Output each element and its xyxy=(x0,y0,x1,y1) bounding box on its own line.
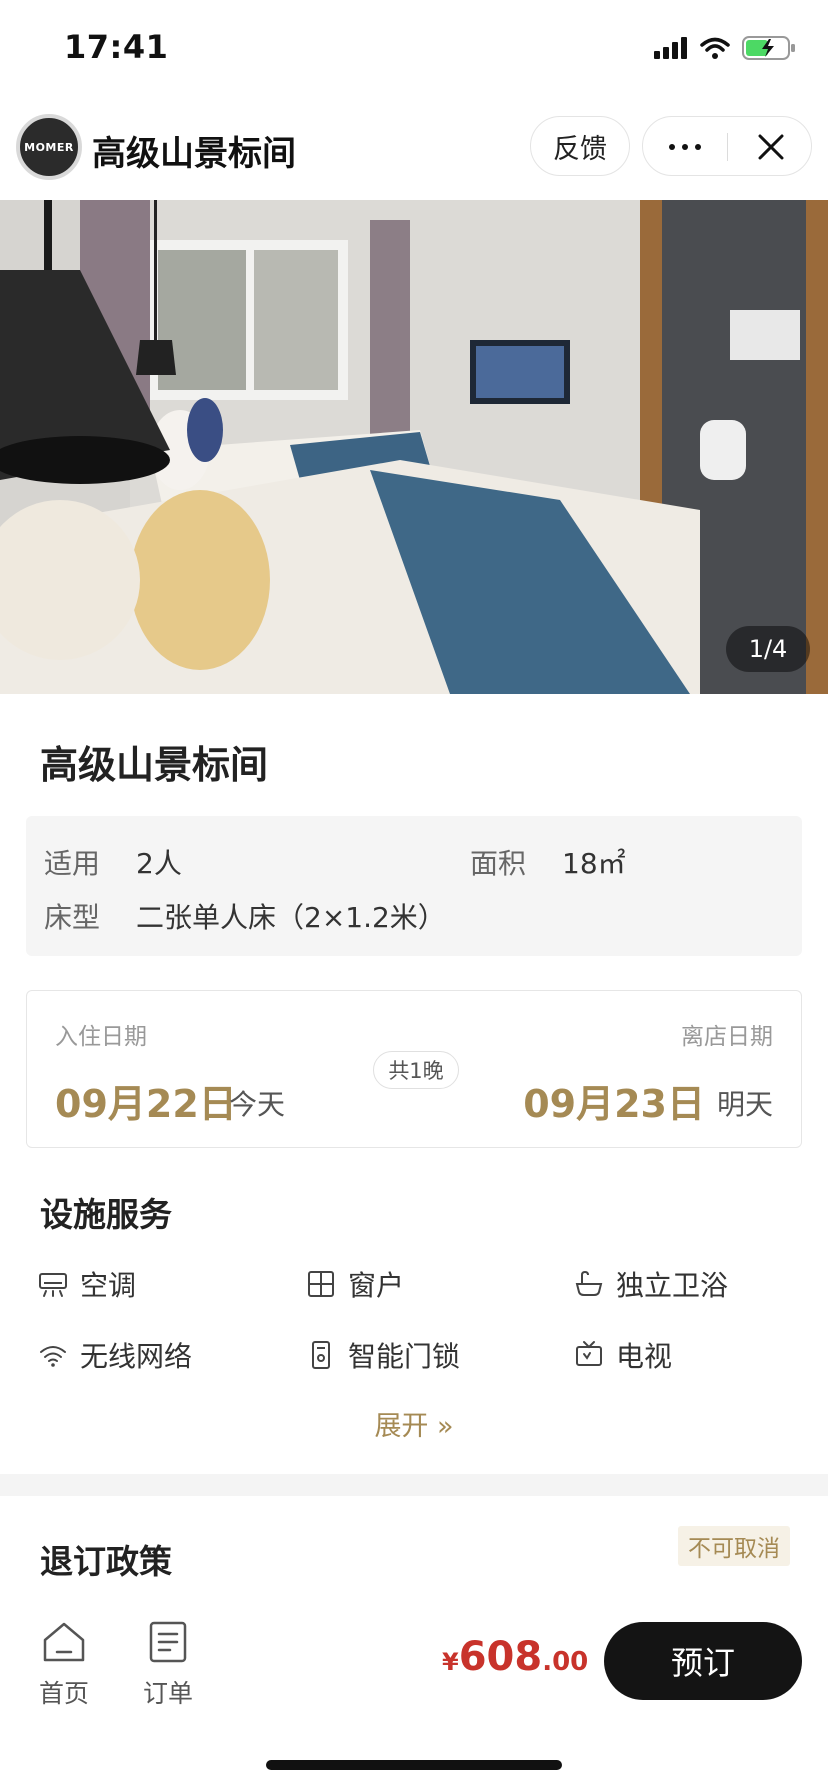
facility-label: 无线网络 xyxy=(80,1340,193,1373)
nights-badge: 共1晚 xyxy=(373,1051,459,1089)
section-divider xyxy=(0,1474,828,1496)
facility-wifi: 无线网络 xyxy=(38,1335,192,1375)
app-header: MOMER 高级山景标间 反馈 xyxy=(0,100,828,200)
price-symbol: ¥ xyxy=(442,1648,459,1676)
tab-home-label: 首页 xyxy=(38,1679,89,1708)
bed-row: 床型 二张单人床（2×1.2米） xyxy=(44,896,446,936)
facility-label: 独立卫浴 xyxy=(616,1269,729,1302)
facility-label: 空调 xyxy=(80,1269,137,1302)
room-photo-carousel[interactable]: 1/4 xyxy=(0,200,828,694)
total-price: ¥608.00 xyxy=(442,1634,588,1680)
area-row: 面积 18㎡ xyxy=(470,842,626,882)
checkout-label: 离店日期 xyxy=(681,1024,773,1050)
window-icon xyxy=(308,1271,334,1297)
status-time: 17:41 xyxy=(64,28,169,66)
photo-counter: 1/4 xyxy=(726,626,810,672)
facilities-title: 设施服务 xyxy=(40,1195,172,1234)
capacity-label: 适用 xyxy=(44,847,101,880)
signal-icon xyxy=(654,37,687,59)
capacity-value: 2人 xyxy=(136,847,182,880)
area-label: 面积 xyxy=(470,847,527,880)
logo-text: MOMER xyxy=(24,140,74,154)
smart-lock-icon xyxy=(312,1341,330,1369)
more-dot-icon xyxy=(695,144,701,150)
tab-home[interactable]: 首页 xyxy=(28,1620,100,1710)
bed-label: 床型 xyxy=(44,901,101,934)
facility-window: 窗户 xyxy=(306,1264,404,1304)
capacity-row: 适用 2人 xyxy=(44,842,182,882)
facility-label: 智能门锁 xyxy=(348,1340,461,1373)
facility-air-conditioner: 空调 xyxy=(38,1264,136,1304)
expand-facilities-button[interactable]: 展开 » xyxy=(0,1404,828,1443)
orders-icon xyxy=(149,1621,187,1663)
more-dot-icon xyxy=(682,144,688,150)
checkin-relative: 今天 xyxy=(229,1088,286,1121)
bed-value: 二张单人床（2×1.2米） xyxy=(136,901,446,934)
close-button[interactable] xyxy=(729,117,813,177)
cancellation-policy-title: 退订政策 xyxy=(40,1542,172,1581)
price-integer: 608 xyxy=(458,1634,543,1680)
non-refundable-badge: 不可取消 xyxy=(678,1526,790,1566)
more-button[interactable] xyxy=(643,117,727,177)
battery-icon xyxy=(742,36,795,60)
status-bar: 17:41 xyxy=(0,0,828,100)
facility-bathroom: 独立卫浴 xyxy=(574,1264,728,1304)
wifi-status-icon xyxy=(700,37,730,59)
room-title: 高级山景标间 xyxy=(40,743,269,787)
wifi-icon xyxy=(40,1346,66,1367)
facility-smart-lock: 智能门锁 xyxy=(306,1335,460,1375)
checkout-date[interactable]: 09月23日 xyxy=(523,1073,705,1128)
home-icon xyxy=(43,1622,85,1662)
close-icon xyxy=(758,134,784,160)
status-icons xyxy=(654,36,796,60)
bathtub-icon xyxy=(575,1270,603,1296)
checkin-date[interactable]: 09月22日 xyxy=(55,1073,237,1128)
area-value: 18㎡ xyxy=(562,847,626,880)
date-selector[interactable]: 入住日期 离店日期 09月22日 今天 共1晚 09月23日 明天 xyxy=(26,990,802,1148)
menu-capsule xyxy=(642,116,812,176)
hotel-logo: MOMER xyxy=(16,114,82,180)
checkout-relative: 明天 xyxy=(716,1088,773,1121)
room-photo xyxy=(0,200,828,694)
checkin-label: 入住日期 xyxy=(55,1024,147,1050)
tv-icon xyxy=(576,1341,602,1366)
air-conditioner-icon xyxy=(39,1273,67,1297)
feedback-button[interactable]: 反馈 xyxy=(530,116,630,176)
capsule-divider xyxy=(727,133,728,161)
header-title: 高级山景标间 xyxy=(92,134,296,174)
room-info-box: 适用 2人 面积 18㎡ 床型 二张单人床（2×1.2米） xyxy=(26,816,802,956)
more-dot-icon xyxy=(669,144,675,150)
facility-label: 窗户 xyxy=(348,1269,405,1302)
book-button[interactable]: 预订 xyxy=(604,1622,802,1700)
home-indicator xyxy=(266,1760,562,1770)
tab-orders-label: 订单 xyxy=(142,1679,193,1708)
price-decimal: .00 xyxy=(542,1647,589,1677)
facility-tv: 电视 xyxy=(574,1335,672,1375)
tab-orders[interactable]: 订单 xyxy=(132,1620,204,1710)
facility-label: 电视 xyxy=(616,1340,673,1373)
bottom-action-bar: 首页 订单 ¥608.00 预订 xyxy=(0,1600,828,1720)
